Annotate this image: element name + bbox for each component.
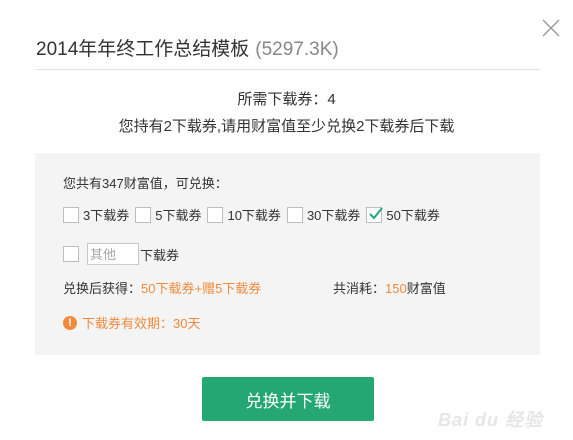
checkbox[interactable]	[63, 206, 79, 223]
document-title: 2014年年终工作总结模板 (5297.3K)	[36, 34, 339, 61]
validity-notice: ! 下载券有效期：30天	[63, 313, 200, 332]
coupon-options: 3下载券 5下载券 10下载券 30下载券 50下载券	[63, 205, 446, 224]
warning-icon: !	[63, 315, 77, 330]
exchange-panel: 您共有347财富值，可兑换： 3下载券 5下载券 10下载券 30下载券 50下…	[35, 153, 540, 355]
other-amount-row: 下载券	[63, 243, 179, 265]
option-label: 3下载券	[83, 208, 130, 223]
other-amount-input[interactable]	[87, 243, 139, 265]
option-5-coupons[interactable]: 5下载券	[135, 205, 201, 224]
exchange-dialog: 2014年年终工作总结模板 (5297.3K) 所需下载券：4 您持有2下载券,请…	[0, 0, 573, 440]
obtain-prefix: 兑换后获得：	[63, 281, 142, 296]
option-label: 10下载券	[227, 208, 281, 223]
option-30-coupons[interactable]: 30下载券	[286, 205, 361, 224]
checkmark-icon	[369, 206, 384, 219]
file-size: (5297.3K)	[255, 39, 339, 60]
other-checkbox[interactable]	[63, 246, 79, 262]
validity-text: 下载券有效期：30天	[82, 316, 201, 331]
checkbox[interactable]	[135, 206, 152, 223]
exchange-and-download-button[interactable]: 兑换并下载	[202, 377, 374, 421]
wealth-balance-text: 您共有347财富值，可兑换：	[63, 176, 228, 191]
option-label: 30下载券	[306, 208, 361, 223]
consume-amount: 150	[385, 281, 407, 296]
consume-unit: 财富值	[406, 281, 446, 296]
option-label: 5下载券	[155, 208, 202, 223]
consume-prefix: 共消耗：	[333, 281, 386, 296]
checkbox-checked[interactable]	[366, 206, 384, 223]
checkbox[interactable]	[207, 206, 224, 223]
required-coupons-text: 所需下载券：4	[237, 91, 336, 108]
option-10-coupons[interactable]: 10下载券	[207, 205, 281, 224]
held-coupons-text: 您持有2下载券,请用财富值至少兑换2下载券后下载	[118, 118, 455, 135]
other-unit-label: 下载券	[140, 247, 180, 263]
checkbox[interactable]	[286, 206, 303, 223]
option-label: 50下载券	[386, 208, 440, 223]
close-icon[interactable]	[539, 16, 563, 40]
baidu-watermark-logo: Bai du 经验	[437, 410, 543, 430]
header-divider	[35, 69, 540, 70]
consume-summary: 共消耗：150财富值	[333, 278, 446, 297]
option-50-coupons[interactable]: 50下载券	[366, 205, 440, 224]
option-3-coupons[interactable]: 3下载券	[63, 205, 129, 224]
title-text: 2014年年终工作总结模板	[36, 39, 250, 60]
exchange-summary: 兑换后获得：50下载券+赠5下载券 共消耗：150财富值	[63, 278, 523, 297]
obtain-amount: 50下载券+赠5下载券	[141, 281, 262, 296]
